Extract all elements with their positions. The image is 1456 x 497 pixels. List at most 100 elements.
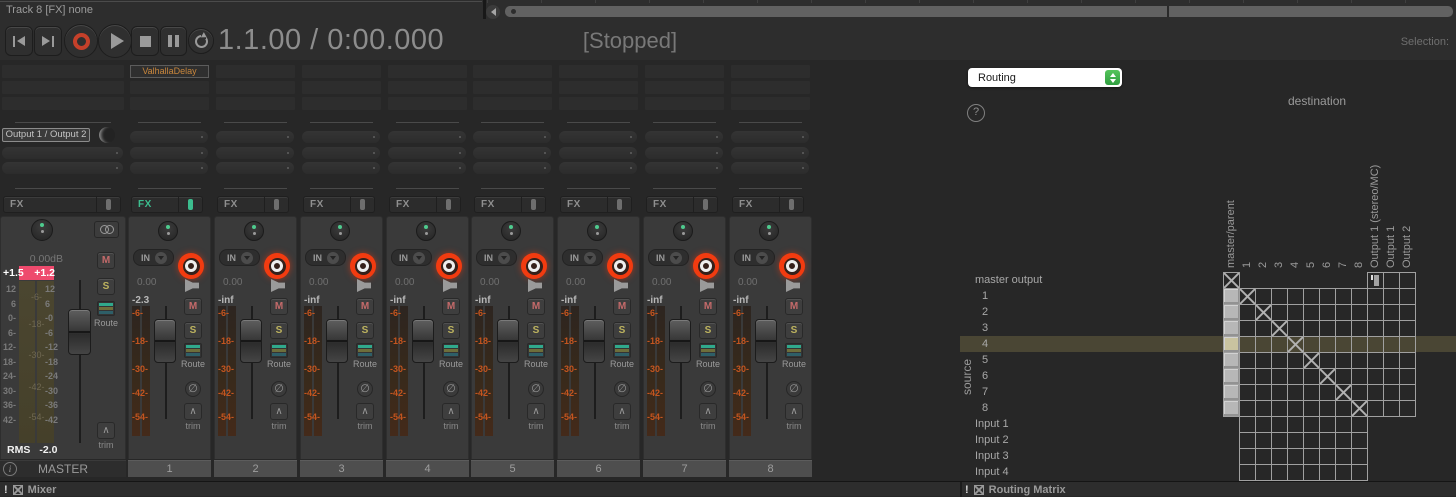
matrix-row-label[interactable]: 4 — [975, 336, 988, 352]
help-button[interactable]: ? — [967, 104, 985, 122]
matrix-cell[interactable] — [1239, 352, 1256, 369]
matrix-cell[interactable] — [1287, 320, 1304, 337]
matrix-cell[interactable] — [1383, 400, 1400, 417]
send-slot[interactable] — [302, 131, 380, 143]
matrix-cell[interactable] — [1319, 448, 1336, 465]
matrix-cell[interactable] — [1335, 464, 1352, 481]
matrix-cell[interactable] — [1239, 400, 1256, 417]
play-button[interactable] — [98, 24, 132, 58]
matrix-cell[interactable] — [1271, 448, 1288, 465]
matrix-column-header[interactable]: 2 — [1255, 140, 1271, 268]
route-button[interactable] — [699, 343, 717, 358]
fx-insert-slot[interactable] — [302, 81, 381, 94]
matrix-cell[interactable] — [1383, 288, 1400, 305]
matrix-cell[interactable] — [1239, 432, 1256, 449]
matrix-row-label[interactable]: 1 — [975, 288, 988, 304]
matrix-cell[interactable] — [1303, 304, 1320, 321]
matrix-cell[interactable] — [1287, 304, 1304, 321]
matrix-cell[interactable] — [1335, 400, 1352, 417]
matrix-cell[interactable] — [1271, 464, 1288, 481]
matrix-column-header[interactable]: 1 — [1239, 140, 1255, 268]
matrix-cell[interactable] — [1399, 352, 1416, 369]
matrix-row-label[interactable]: Input 3 — [975, 448, 1009, 464]
matrix-cell[interactable] — [1287, 416, 1304, 433]
matrix-cell[interactable] — [1367, 304, 1384, 321]
matrix-column-header[interactable]: 7 — [1335, 140, 1351, 268]
matrix-cell[interactable] — [1367, 288, 1384, 305]
matrix-cell[interactable] — [1319, 368, 1336, 385]
matrix-cell[interactable] — [1239, 368, 1256, 385]
fx-bar[interactable]: FX — [732, 196, 804, 213]
trim-button[interactable]: ∧ — [356, 403, 374, 420]
phase-button[interactable]: ∅ — [614, 381, 630, 397]
pan-knob[interactable] — [416, 221, 436, 241]
mute-button[interactable]: M — [785, 298, 803, 315]
fx-insert-slot[interactable] — [388, 81, 467, 94]
track-name-cell[interactable]: 5 — [471, 460, 554, 477]
fx-insert-slot[interactable] — [2, 65, 124, 78]
input-dropdown-icon[interactable] — [584, 252, 596, 264]
fx-bypass-handle[interactable] — [96, 197, 120, 212]
master-name-cell[interactable]: i MASTER — [0, 460, 126, 477]
volume-fader[interactable] — [240, 319, 262, 363]
phase-button[interactable]: ∅ — [700, 381, 716, 397]
track-name-cell[interactable]: 7 — [643, 460, 726, 477]
fx-insert-slot[interactable] — [473, 97, 552, 110]
matrix-cell[interactable] — [1287, 464, 1304, 481]
matrix-cell[interactable] — [1399, 288, 1416, 305]
speaker-icon[interactable] — [185, 279, 199, 292]
record-arm-button[interactable] — [264, 253, 290, 279]
matrix-cell[interactable] — [1351, 320, 1368, 337]
input-button[interactable]: IN — [734, 249, 775, 266]
route-button[interactable] — [97, 301, 115, 316]
matrix-cell[interactable] — [1335, 384, 1352, 401]
trim-button[interactable]: ∧ — [699, 403, 717, 420]
matrix-cell[interactable] — [1255, 320, 1272, 337]
send-slot[interactable] — [130, 147, 208, 159]
volume-fader[interactable] — [583, 319, 605, 363]
input-dropdown-icon[interactable] — [756, 252, 768, 264]
matrix-column-header[interactable]: 3 — [1271, 140, 1287, 268]
matrix-row-label[interactable]: Input 4 — [975, 464, 1009, 480]
matrix-cell[interactable] — [1255, 352, 1272, 369]
fx-bypass-handle[interactable] — [178, 197, 202, 212]
input-dropdown-icon[interactable] — [413, 252, 425, 264]
matrix-row-label[interactable]: 3 — [975, 320, 988, 336]
trim-button[interactable]: ∧ — [527, 403, 545, 420]
volume-fader[interactable] — [154, 319, 176, 363]
matrix-cell[interactable] — [1351, 368, 1368, 385]
solo-button[interactable]: S — [442, 322, 460, 339]
matrix-row-label[interactable]: master output — [975, 272, 1042, 288]
fx-insert-slot[interactable] — [731, 65, 810, 78]
pan-knob[interactable] — [587, 221, 607, 241]
matrix-cell[interactable] — [1399, 384, 1416, 401]
fx-insert-slot[interactable] — [2, 97, 124, 110]
send-slot[interactable] — [2, 162, 123, 174]
route-button[interactable] — [613, 343, 631, 358]
matrix-column-header[interactable]: 5 — [1303, 140, 1319, 268]
fx-bypass-handle[interactable] — [521, 197, 545, 212]
phase-button[interactable]: ∅ — [786, 381, 802, 397]
route-button[interactable] — [527, 343, 545, 358]
phase-button[interactable]: ∅ — [271, 381, 287, 397]
pan-knob[interactable] — [759, 221, 779, 241]
pan-knob[interactable] — [330, 221, 350, 241]
matrix-cell[interactable] — [1303, 384, 1320, 401]
fx-bar[interactable]: FX — [217, 196, 289, 213]
speaker-icon[interactable] — [271, 279, 285, 292]
send-slot[interactable] — [130, 131, 208, 143]
volume-fader[interactable] — [412, 319, 434, 363]
fx-bypass-handle[interactable] — [779, 197, 803, 212]
matrix-cell[interactable] — [1351, 336, 1368, 353]
input-button[interactable]: IN — [476, 249, 517, 266]
matrix-cell[interactable] — [1239, 336, 1256, 353]
matrix-cell[interactable] — [1367, 400, 1384, 417]
fx-bypass-handle[interactable] — [693, 197, 717, 212]
send-slot[interactable] — [216, 131, 294, 143]
pan-knob[interactable] — [31, 219, 53, 241]
solo-button[interactable]: S — [527, 322, 545, 339]
matrix-cell[interactable] — [1239, 416, 1256, 433]
matrix-cell[interactable] — [1319, 464, 1336, 481]
matrix-cell[interactable] — [1223, 320, 1240, 337]
speaker-icon[interactable] — [614, 279, 628, 292]
